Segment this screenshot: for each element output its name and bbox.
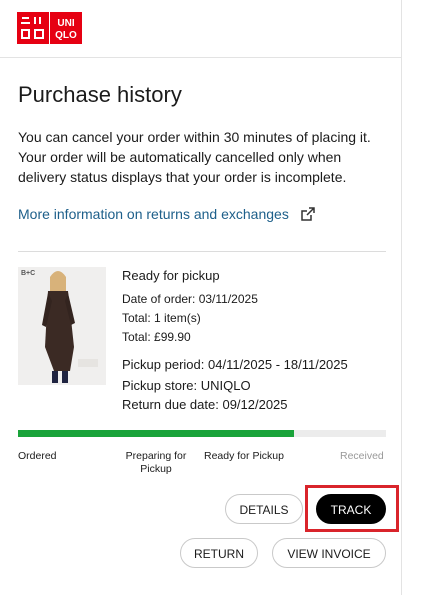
thumbnail-brand-mark: B+C	[21, 270, 36, 277]
return-button[interactable]: RETURN	[180, 538, 258, 568]
page-title: Purchase history	[18, 82, 182, 107]
view-invoice-button[interactable]: VIEW INVOICE	[272, 538, 386, 568]
pickup-period: Pickup period: 04/11/2025 - 18/11/2025	[122, 357, 348, 372]
order-progress-bar	[18, 430, 386, 437]
pickup-store: Pickup store: UNIQLO	[122, 378, 251, 393]
divider	[18, 251, 386, 252]
return-due-date: Return due date: 09/12/2025	[122, 397, 288, 412]
product-thumbnail[interactable]: B+C	[18, 267, 106, 385]
coat-model-image	[18, 267, 106, 385]
uniqlo-logo-latin[interactable]: UNI QLO	[50, 12, 82, 44]
uniqlo-logo-katakana[interactable]	[17, 12, 49, 44]
external-link-icon[interactable]	[301, 207, 315, 221]
order-status: Ready for pickup	[122, 268, 220, 283]
step-received: Received	[340, 450, 384, 462]
notice-line: You can cancel your order within 30 minu…	[18, 129, 371, 145]
track-button-highlight	[305, 485, 399, 532]
order-progress-fill	[18, 430, 294, 437]
step-ordered: Ordered	[18, 450, 57, 462]
katakana-logo-icon	[17, 12, 49, 44]
step-ready: Ready for Pickup	[204, 450, 284, 462]
svg-text:QLO: QLO	[55, 30, 77, 41]
returns-exchanges-link[interactable]: More information on returns and exchange…	[18, 206, 289, 222]
site-header: UNI QLO	[0, 0, 402, 58]
step-preparing: Preparing for Pickup	[125, 450, 187, 475]
cancellation-notice: You can cancel your order within 30 minu…	[18, 127, 388, 187]
details-button[interactable]: DETAILS	[225, 494, 303, 524]
order-date: Date of order: 03/11/2025	[122, 292, 258, 306]
order-total-items: Total: 1 item(s)	[122, 311, 201, 325]
notice-line: delivery status displays that your order…	[18, 169, 347, 185]
uniqlo-wordmark-icon: UNI QLO	[50, 12, 82, 44]
order-total-price: Total: £99.90	[122, 330, 191, 344]
svg-text:UNI: UNI	[57, 18, 74, 29]
notice-line: Your order will be automatically cancell…	[18, 149, 342, 165]
